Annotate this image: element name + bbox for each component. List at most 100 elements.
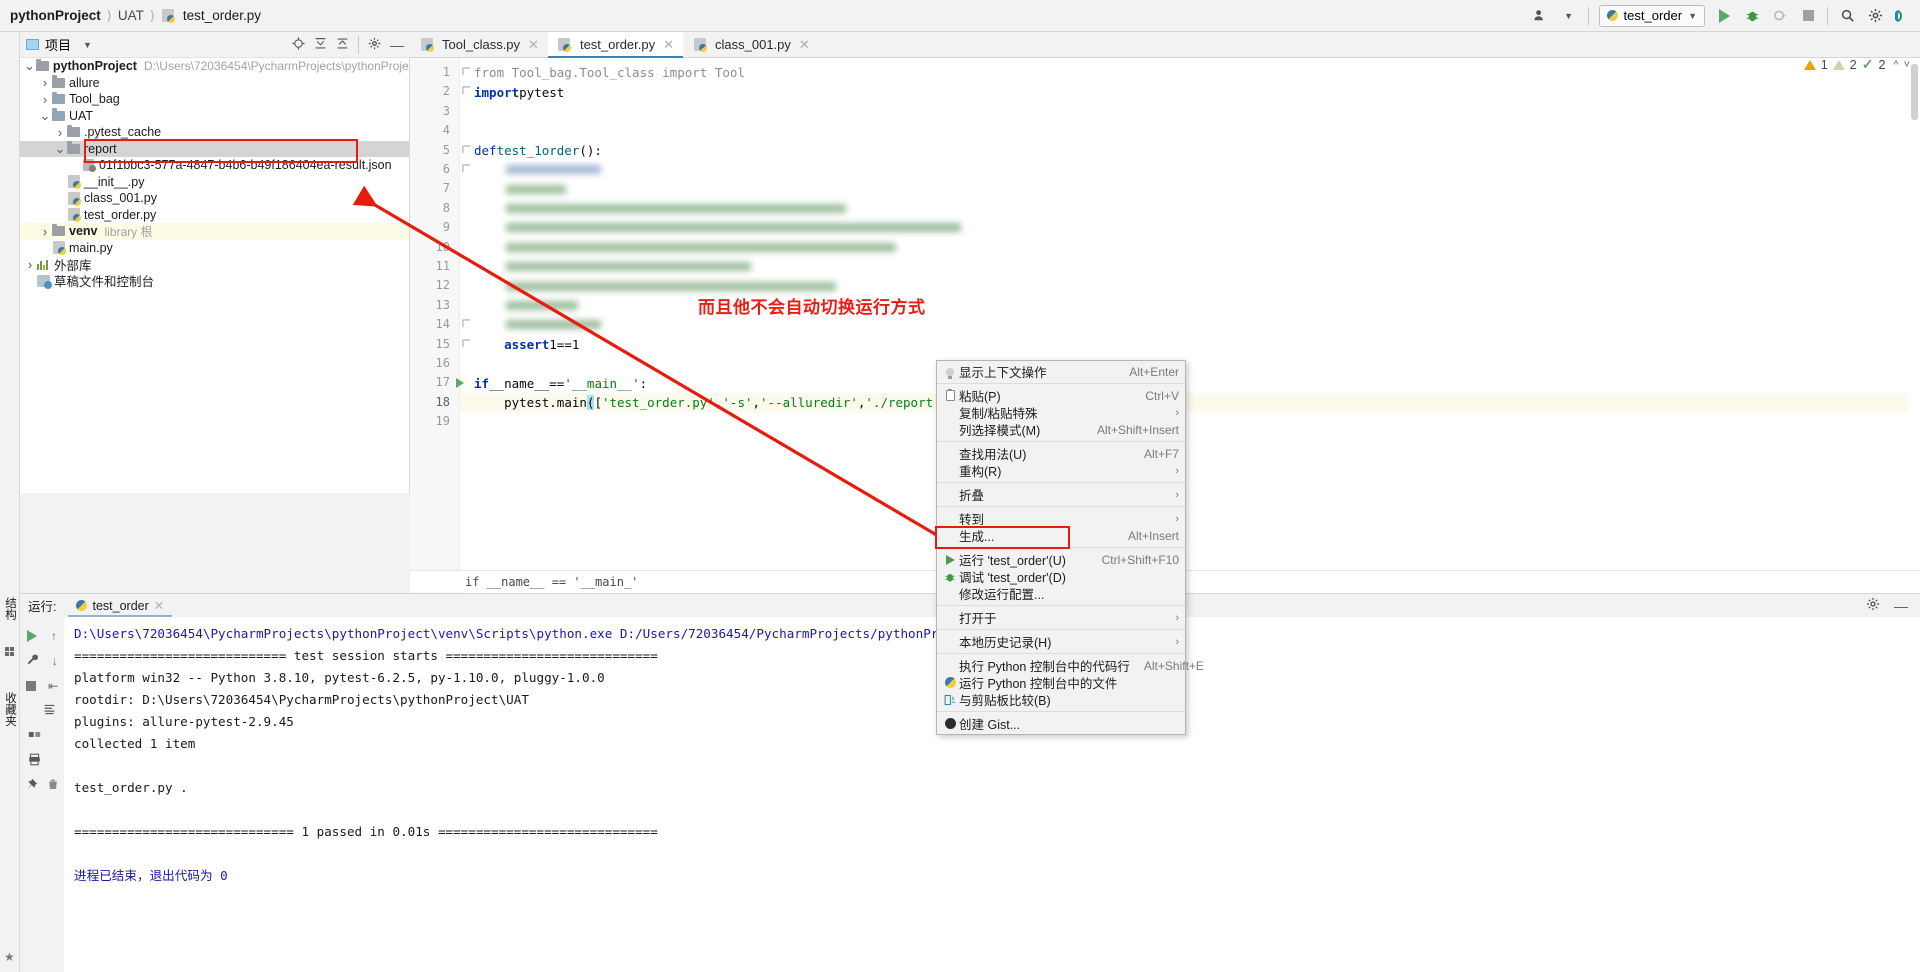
menu-item-u[interactable]: 查找用法(U) Alt+F7 bbox=[937, 445, 1185, 463]
stop-icon[interactable] bbox=[25, 680, 36, 691]
rail-favorites-button[interactable]: 收藏夹 bbox=[2, 692, 18, 727]
tree-item--pytest-cache[interactable]: › .pytest_cache bbox=[20, 124, 409, 141]
python-file-icon bbox=[557, 38, 572, 52]
editor-tab-bar[interactable]: Tool_class.py ✕ test_order.py ✕ class_001.py… bbox=[410, 32, 1920, 58]
chevron-down-icon[interactable]: ⌄ bbox=[39, 108, 51, 124]
menu-item-python[interactable]: 执行 Python 控制台中的代码行 Alt+Shift+E bbox=[937, 657, 1204, 675]
close-icon[interactable]: ✕ bbox=[528, 37, 539, 53]
menu-item-python[interactable]: 运行 Python 控制台中的文件 bbox=[937, 674, 1185, 691]
down-icon[interactable]: ↓ bbox=[52, 654, 58, 668]
tree-item-tool-bag[interactable]: › Tool_bag bbox=[20, 91, 409, 108]
menu-item-b[interactable]: 与剪贴板比较(B) bbox=[937, 691, 1185, 708]
breadcrumb-project[interactable]: pythonProject bbox=[10, 8, 101, 23]
code-fold-icon[interactable] bbox=[462, 86, 471, 95]
menu-item-h[interactable]: 本地历史记录(H) › bbox=[937, 633, 1185, 651]
chevron-right-icon[interactable]: › bbox=[54, 125, 66, 140]
menu-item-[interactable]: 显示上下文操作 Alt+Enter bbox=[937, 363, 1185, 380]
next-issue-icon[interactable]: ˅ bbox=[1904, 59, 1910, 71]
settings-icon[interactable] bbox=[1866, 597, 1880, 614]
wrench-icon[interactable] bbox=[26, 653, 39, 669]
user-avatar-icon[interactable] bbox=[1532, 7, 1550, 25]
prev-issue-icon[interactable]: ^ bbox=[1893, 59, 1898, 71]
coverage-icon[interactable] bbox=[1771, 7, 1789, 25]
tree-item-uat[interactable]: ⌄ UAT bbox=[20, 108, 409, 125]
hide-panel-icon[interactable]: — bbox=[390, 37, 404, 53]
menu-item-[interactable]: 复制/粘贴特殊 › bbox=[937, 404, 1185, 422]
scroll-to-end-icon[interactable] bbox=[43, 703, 56, 719]
collapse-all-icon[interactable] bbox=[336, 37, 349, 53]
star-icon[interactable]: ★ bbox=[4, 950, 15, 964]
chevron-down-icon[interactable]: ⌄ bbox=[54, 141, 66, 157]
expand-all-icon[interactable] bbox=[314, 37, 327, 53]
run-tab-test-order[interactable]: test_order ✕ bbox=[68, 594, 173, 617]
tree-item--[interactable]: › 外部库 bbox=[20, 256, 409, 273]
code-fold-icon[interactable] bbox=[462, 319, 471, 328]
code-fold-icon[interactable] bbox=[462, 144, 471, 154]
settings-icon[interactable] bbox=[368, 37, 381, 53]
close-icon[interactable]: ✕ bbox=[154, 598, 164, 613]
code-fold-icon[interactable] bbox=[462, 338, 471, 348]
breadcrumb-file[interactable]: test_order.py bbox=[183, 8, 261, 23]
settings-icon[interactable] bbox=[1866, 7, 1884, 25]
tree-item-allure[interactable]: › allure bbox=[20, 75, 409, 92]
menu-item-gist[interactable]: 创建 Gist... bbox=[937, 715, 1185, 732]
debug-icon[interactable] bbox=[1743, 7, 1761, 25]
menu-item-m[interactable]: 列选择模式(M) Alt+Shift+Insert bbox=[937, 421, 1185, 439]
menu-item-[interactable]: 修改运行配置... bbox=[937, 585, 1185, 602]
hide-panel-icon[interactable]: — bbox=[1894, 598, 1908, 614]
chevron-down-icon[interactable]: ▼ bbox=[83, 40, 92, 50]
menu-item-r[interactable]: 重构(R) › bbox=[937, 462, 1185, 480]
editor-tab-tool-class-py[interactable]: Tool_class.py ✕ bbox=[410, 32, 548, 57]
tree-item-report[interactable]: ⌄ report bbox=[20, 140, 409, 157]
menu-item-[interactable]: 转到 › bbox=[937, 510, 1185, 528]
soft-wrap-icon[interactable]: ⇤ bbox=[48, 679, 58, 693]
rail-structure-button[interactable]: 结构 bbox=[2, 597, 18, 620]
tree-item-class-001-py[interactable]: class_001.py bbox=[20, 190, 409, 207]
menu-item-[interactable]: 打开于 › bbox=[937, 609, 1185, 627]
chevron-right-icon[interactable]: › bbox=[24, 257, 36, 272]
stop-icon[interactable] bbox=[1799, 7, 1817, 25]
menu-item-test-order-u[interactable]: 运行 'test_order'(U) Ctrl+Shift+F10 bbox=[937, 551, 1185, 568]
code-fold-icon[interactable] bbox=[462, 67, 471, 76]
run-gutter-icon[interactable] bbox=[456, 378, 464, 389]
menu-item-[interactable]: 折叠 › bbox=[937, 486, 1185, 504]
menu-item-[interactable]: 生成... Alt+Insert bbox=[937, 527, 1185, 545]
editor-scrollbar[interactable] bbox=[1908, 58, 1920, 593]
tree-item-pythonproject[interactable]: ⌄ pythonProject D:\Users\72036454\PycharmP… bbox=[20, 58, 409, 75]
rerun-icon[interactable] bbox=[27, 629, 37, 642]
close-icon[interactable]: ✕ bbox=[799, 37, 810, 53]
chevron-right-icon[interactable]: › bbox=[39, 75, 51, 90]
chevron-right-icon[interactable]: › bbox=[39, 92, 51, 107]
inspection-status[interactable]: 1 2 ✓ 2 ^ ˅ bbox=[1803, 56, 1910, 73]
tree-item-01f1bbc3-577a-4847-b4b6-b49f186404ea-result-json[interactable]: 01f1bbc3-577a-4847-b4b6-b49f186404ea-res… bbox=[20, 157, 409, 174]
tree-item--init-py[interactable]: __init__.py bbox=[20, 174, 409, 191]
code-fold-icon[interactable] bbox=[462, 164, 471, 173]
tree-item-main-py[interactable]: main.py bbox=[20, 240, 409, 257]
run-configuration-selector[interactable]: test_order ▼ bbox=[1598, 4, 1705, 27]
locate-icon[interactable] bbox=[292, 36, 305, 53]
chevron-right-icon[interactable]: › bbox=[39, 224, 51, 239]
tree-item--[interactable]: 草稿文件和控制台 bbox=[20, 273, 409, 289]
print-icon[interactable] bbox=[28, 753, 41, 769]
breadcrumb-folder[interactable]: UAT bbox=[118, 8, 144, 23]
project-tree[interactable]: ⌄ pythonProject D:\Users\72036454\PycharmP… bbox=[20, 58, 410, 493]
grid-icon[interactable] bbox=[28, 728, 41, 744]
editor-scrollbar-thumb[interactable] bbox=[1911, 64, 1918, 120]
search-icon[interactable] bbox=[1838, 7, 1856, 25]
close-icon[interactable]: ✕ bbox=[663, 37, 674, 53]
up-icon[interactable]: ↑ bbox=[51, 629, 57, 643]
editor-tab-test-order-py[interactable]: test_order.py ✕ bbox=[547, 32, 684, 58]
trash-icon[interactable] bbox=[47, 778, 59, 794]
updates-icon[interactable] bbox=[1894, 7, 1912, 25]
chevron-down-icon[interactable]: ⌄ bbox=[24, 58, 35, 74]
tree-item-venv[interactable]: › venv library 根 bbox=[20, 223, 409, 240]
menu-item-p[interactable]: 粘贴(P) Ctrl+V bbox=[937, 387, 1185, 404]
tree-item-test-order-py[interactable]: test_order.py bbox=[20, 207, 409, 224]
editor-tab-class-001-py[interactable]: class_001.py ✕ bbox=[683, 32, 819, 57]
menu-item-test-order-d[interactable]: 调试 'test_order'(D) bbox=[937, 568, 1185, 585]
editor-context-menu[interactable]: 显示上下文操作 Alt+Enter 粘贴(P) Ctrl+V 复制/粘贴特殊 › 列选择模式… bbox=[936, 360, 1204, 735]
chevron-down-icon[interactable]: ▼ bbox=[1560, 7, 1578, 25]
pin-icon[interactable] bbox=[25, 778, 38, 794]
run-icon[interactable] bbox=[1715, 7, 1733, 25]
